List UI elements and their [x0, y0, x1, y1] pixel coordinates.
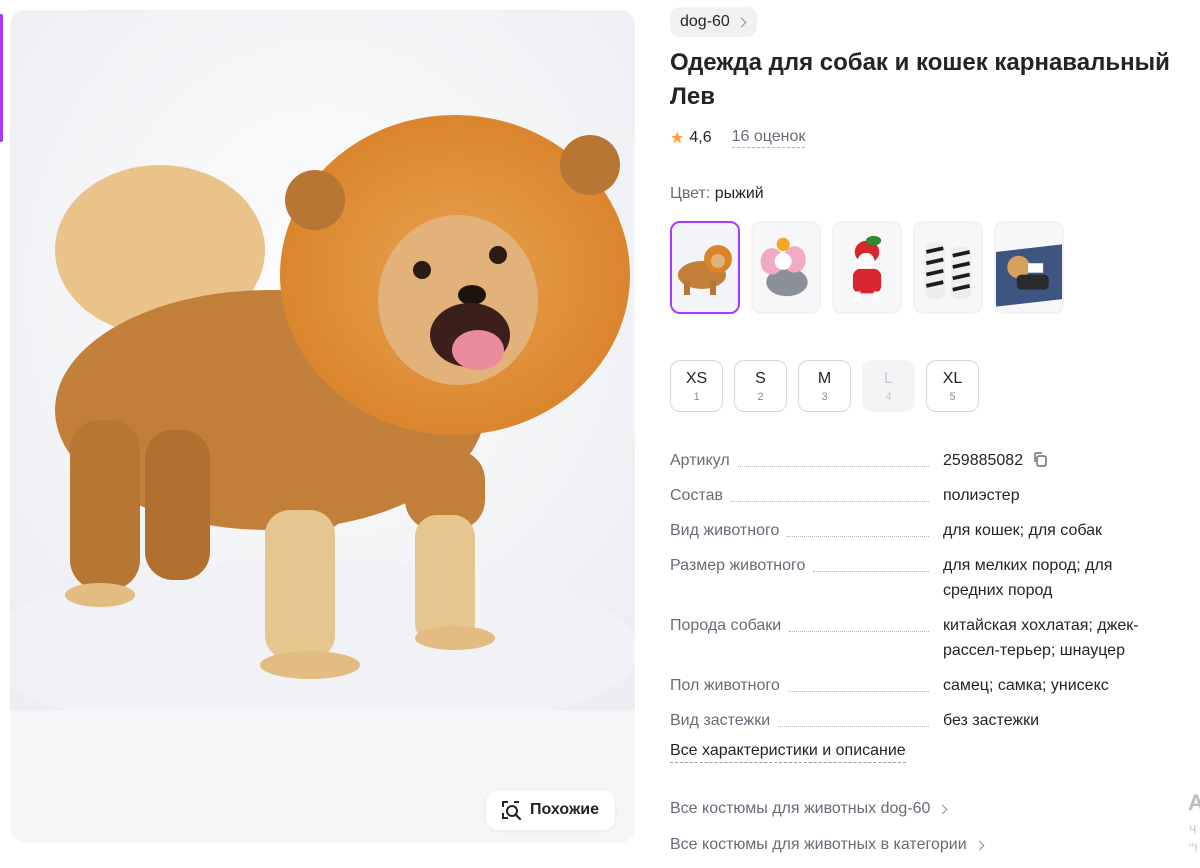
- spec-key: Пол животного: [670, 673, 943, 698]
- spec-key: Вид застежки: [670, 708, 943, 733]
- spec-leader-dots: [787, 536, 929, 537]
- similar-search-icon: [502, 801, 522, 821]
- spec-key: Артикул: [670, 448, 943, 473]
- size-label: XS: [685, 369, 708, 387]
- spec-value: китайская хохлатая; джек-рассел-терьер; …: [943, 617, 1139, 659]
- left-accent-bar: [0, 14, 3, 142]
- spec-row: Вид застежки без застежки: [670, 708, 1190, 733]
- spec-key-text: Пол животного: [670, 677, 780, 694]
- similar-label: Похожие: [530, 801, 600, 818]
- spec-row: Порода собаки китайская хохлатая; джек-р…: [670, 613, 1190, 663]
- size-number: 4: [885, 390, 892, 403]
- product-photo: [10, 10, 635, 710]
- spec-value: полиэстер: [943, 487, 1020, 504]
- article-number: 259885082: [943, 452, 1024, 469]
- spec-row: Состав полиэстер: [670, 483, 1190, 508]
- color-label: Цвет:: [670, 185, 711, 202]
- color-swatch-strawberry[interactable]: [832, 221, 902, 314]
- spec-leader-dots: [789, 631, 929, 632]
- chevron-right-icon: [937, 804, 948, 814]
- cut-off-text: ч: [1189, 820, 1197, 836]
- spec-value: 259885082: [943, 448, 1175, 473]
- size-number: 3: [821, 390, 828, 403]
- rating-row: ★ 4,6 16 оценок: [670, 128, 806, 148]
- color-value: рыжий: [714, 185, 764, 202]
- size-label: M: [817, 369, 832, 387]
- elephant-thumbnail: [753, 223, 819, 312]
- spec-row-article: Артикул 259885082: [670, 448, 1190, 473]
- spec-key-text: Размер животного: [670, 557, 806, 574]
- spec-value: без застежки: [943, 712, 1040, 729]
- size-option[interactable]: XL 5: [926, 360, 979, 412]
- size-number: 1: [693, 390, 700, 403]
- zebra-thumbnail: [915, 223, 981, 312]
- spec-key: Порода собаки: [670, 613, 943, 638]
- spec-value: для мелких пород; для средних пород: [943, 557, 1113, 599]
- size-option[interactable]: M 3: [798, 360, 851, 412]
- spec-value: для кошек; для собак: [943, 522, 1103, 539]
- color-swatch-elephant[interactable]: [751, 221, 821, 314]
- spec-value: самец; самка; унисекс: [943, 677, 1109, 694]
- brand-chip[interactable]: dog-60: [670, 7, 757, 37]
- category-costumes-link[interactable]: Все костюмы для животных в категории: [670, 836, 985, 854]
- brand-costumes-link[interactable]: Все костюмы для животных dog-60: [670, 800, 948, 818]
- product-gallery[interactable]: Похожие: [10, 10, 635, 843]
- size-option[interactable]: XS 1: [670, 360, 723, 412]
- color-swatch-overalls[interactable]: [994, 221, 1064, 314]
- spec-row: Вид животного для кошек; для собак: [670, 518, 1190, 543]
- brand-costumes-label: Все костюмы для животных dog-60: [670, 800, 931, 817]
- spec-row: Размер животного для мелких пород; для с…: [670, 553, 1190, 603]
- size-number: 5: [949, 390, 956, 403]
- spec-key: Вид животного: [670, 518, 943, 543]
- rating-value: 4,6: [689, 129, 712, 146]
- size-option[interactable]: S 2: [734, 360, 787, 412]
- spec-leader-dots: [737, 466, 929, 467]
- size-number: 2: [757, 390, 764, 403]
- spec-key-text: Вид животного: [670, 522, 780, 539]
- all-specs-link[interactable]: Все характеристики и описание: [670, 742, 906, 763]
- spec-leader-dots: [787, 691, 929, 692]
- product-title: Одежда для собак и кошек карнавальный Ле…: [670, 49, 1170, 110]
- spec-row: Пол животного самец; самка; унисекс: [670, 673, 1190, 698]
- size-label: L: [884, 369, 893, 387]
- lion-thumbnail: [672, 223, 738, 312]
- category-costumes-label: Все костюмы для животных в категории: [670, 836, 967, 853]
- chevron-right-icon: [736, 17, 747, 27]
- spec-key: Состав: [670, 483, 943, 508]
- spec-key: Размер животного: [670, 553, 943, 578]
- color-swatches: [670, 221, 1064, 314]
- spec-key-text: Состав: [670, 487, 723, 504]
- overalls-thumbnail: [996, 223, 1062, 312]
- reviews-link[interactable]: 16 оценок: [731, 128, 806, 148]
- spec-key-text: Артикул: [670, 452, 730, 469]
- brand-label: dog-60: [680, 13, 730, 30]
- star-icon: ★: [670, 130, 685, 147]
- spec-key-text: Вид застежки: [670, 712, 771, 729]
- copy-icon[interactable]: [1032, 451, 1048, 467]
- cut-off-text: "!: [1189, 840, 1198, 856]
- spec-leader-dots: [813, 571, 929, 572]
- color-line: Цвет: рыжий: [670, 185, 764, 203]
- color-swatch-zebra[interactable]: [913, 221, 983, 314]
- size-selector: XS 1 S 2 M 3 L 4 XL 5: [670, 360, 979, 412]
- strawberry-thumbnail: [834, 223, 900, 312]
- size-label: S: [755, 369, 766, 387]
- cut-off-heading: А: [1188, 790, 1200, 815]
- similar-button[interactable]: Похожие: [486, 790, 616, 830]
- size-label: XL: [942, 369, 963, 387]
- spec-leader-dots: [731, 501, 929, 502]
- spec-leader-dots: [778, 726, 929, 727]
- color-swatch-lion[interactable]: [670, 221, 740, 314]
- size-option-unavailable: L 4: [862, 360, 915, 412]
- specs-table: Артикул 259885082 Состав полиэстер Вид ж…: [670, 448, 1190, 733]
- spec-key-text: Порода собаки: [670, 617, 782, 634]
- chevron-right-icon: [974, 840, 985, 850]
